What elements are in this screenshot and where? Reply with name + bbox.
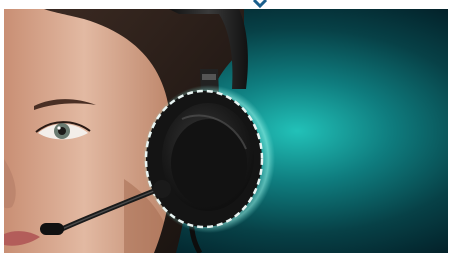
- ear-cup: [143, 85, 275, 233]
- cropped-heading-fragment: [240, 0, 280, 9]
- image-frame: [0, 0, 453, 257]
- headset-scene: [4, 9, 448, 253]
- microphone-icon: [40, 223, 64, 235]
- headset-photo: [4, 9, 448, 253]
